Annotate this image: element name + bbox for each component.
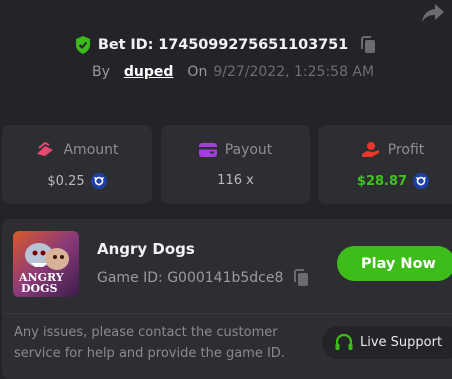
game-thumbnail[interactable]: ANGRY DOGS bbox=[13, 231, 79, 297]
by-label: By bbox=[92, 64, 110, 80]
game-id-row: Game ID: G000141b5dce8 bbox=[97, 268, 311, 288]
payout-label: Payout bbox=[224, 142, 273, 158]
payout-card: Payout 116 x bbox=[161, 125, 310, 204]
bet-meta: By duped On 9/27/2022, 1:25:58 AM bbox=[92, 64, 374, 80]
coin-icon bbox=[413, 173, 430, 189]
copy-icon[interactable] bbox=[358, 35, 378, 55]
shield-check-icon bbox=[75, 36, 90, 54]
support-notice: Any issues, please contact the customer … bbox=[14, 325, 285, 361]
on-label: On bbox=[187, 64, 208, 80]
game-title: Angry Dogs bbox=[97, 240, 195, 258]
username-link[interactable]: duped bbox=[124, 64, 174, 80]
profit-hand-icon bbox=[361, 142, 379, 157]
share-icon[interactable] bbox=[421, 2, 445, 24]
live-support-label: Live Support bbox=[360, 335, 443, 350]
amount-card: Amount $0.25 bbox=[2, 125, 152, 204]
bet-id: Bet ID: 1745099275651103751 bbox=[97, 37, 349, 53]
bet-id-row: Bet ID: 1745099275651103751 bbox=[0, 35, 452, 55]
amount-value: $0.25 bbox=[47, 173, 85, 189]
wallet-icon bbox=[198, 143, 217, 157]
thumb-title-line2: DOGS bbox=[21, 282, 58, 295]
payout-value: 116 x bbox=[217, 173, 254, 188]
profit-card: Profit $28.87 bbox=[318, 125, 452, 204]
amount-label: Amount bbox=[63, 142, 119, 158]
live-support-button[interactable]: Live Support bbox=[322, 326, 452, 359]
coin-icon bbox=[90, 173, 107, 189]
headset-icon bbox=[335, 333, 353, 350]
bet-datetime: 9/27/2022, 1:25:58 AM bbox=[213, 64, 375, 80]
divider bbox=[2, 313, 452, 314]
play-now-button[interactable]: Play Now bbox=[337, 246, 452, 281]
amount-icon bbox=[37, 142, 54, 156]
profit-value: $28.87 bbox=[356, 173, 408, 189]
game-id: Game ID: G000141b5dce8 bbox=[97, 270, 284, 286]
copy-icon[interactable] bbox=[291, 268, 311, 288]
profit-label: Profit bbox=[387, 142, 425, 158]
